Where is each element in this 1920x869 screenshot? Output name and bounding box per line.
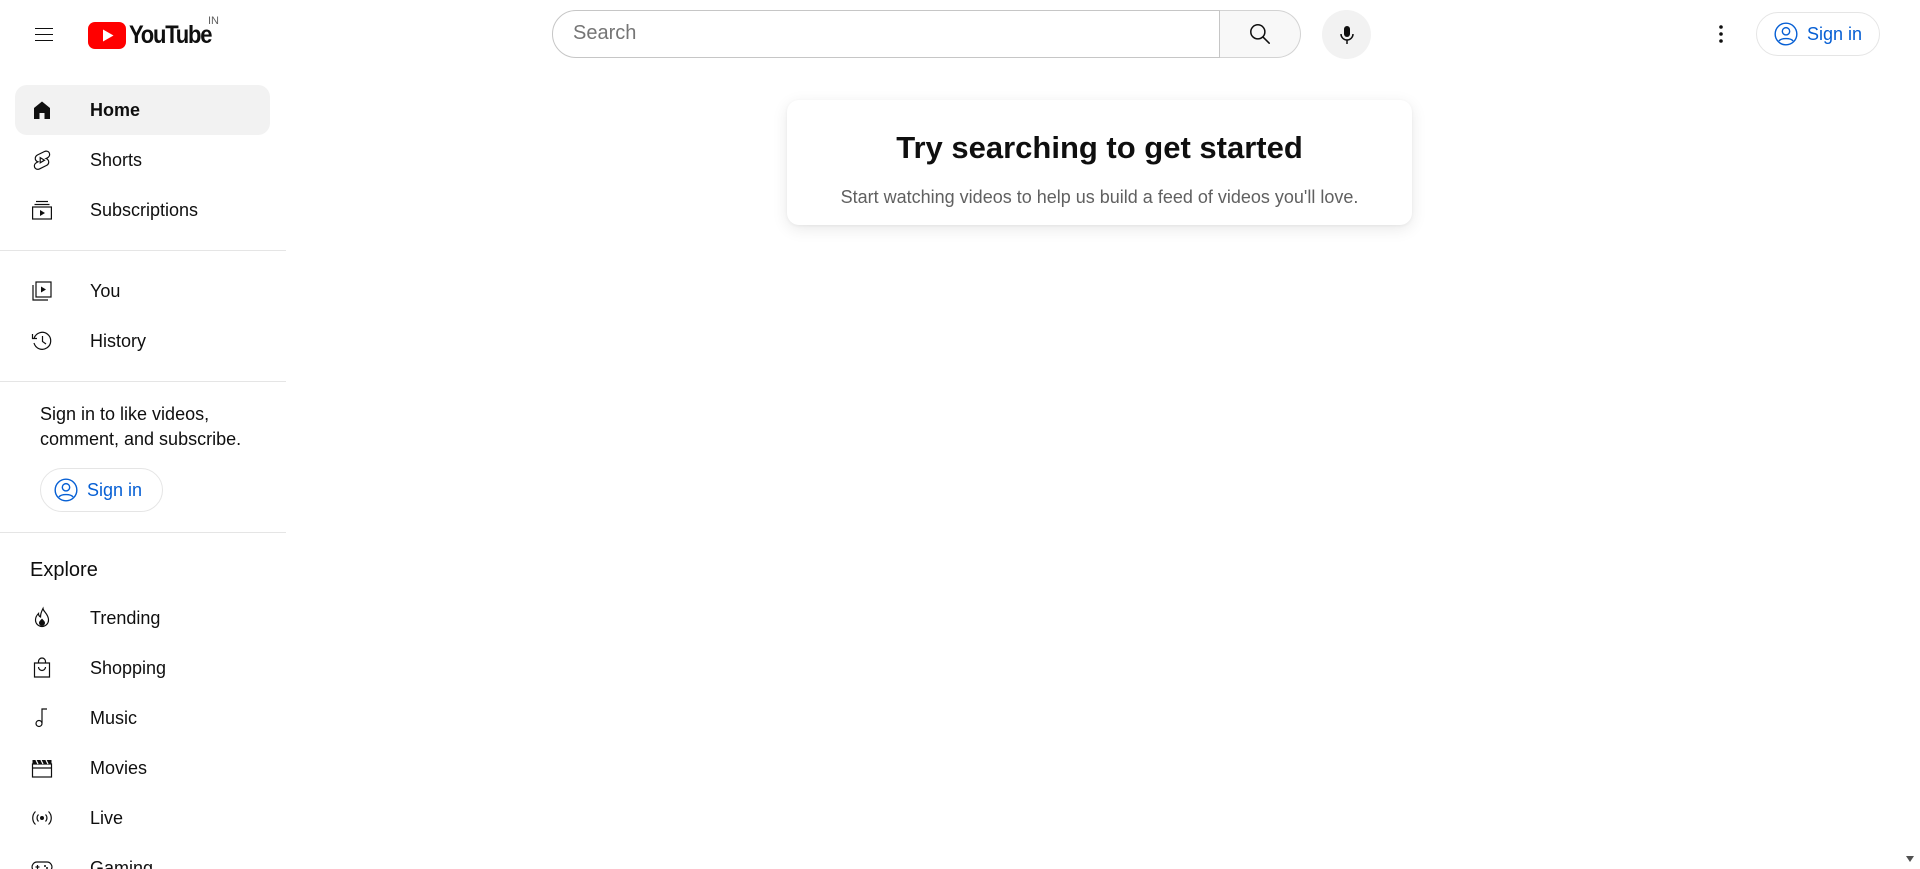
sidebar-item-home[interactable]: Home — [15, 85, 270, 135]
account-circle-icon — [54, 478, 78, 502]
sidebar-item-label: Shopping — [90, 657, 167, 678]
voice-search-button[interactable] — [1322, 10, 1371, 59]
sidebar-item-label: Live — [90, 807, 124, 828]
your-channel-icon — [32, 281, 52, 301]
youtube-play-icon — [88, 21, 126, 49]
history-icon — [31, 331, 52, 350]
scroll-down-arrow-icon[interactable] — [1905, 855, 1915, 863]
sidebar-signin-button[interactable]: Sign in — [40, 468, 163, 512]
sidebar-item-you[interactable]: You — [15, 266, 270, 316]
sidebar-item-trending[interactable]: Trending — [15, 593, 270, 643]
sidebar-item-label: Movies — [90, 757, 148, 778]
shopping-bag-icon — [33, 657, 51, 678]
gamepad-icon — [31, 861, 53, 869]
sidebar-item-label: Music — [90, 707, 138, 728]
sidebar-item-shorts[interactable]: Shorts — [15, 135, 270, 185]
sidebar-item-label: Subscriptions — [90, 199, 199, 220]
home-icon — [34, 101, 50, 119]
sidebar-item-label: Home — [90, 99, 141, 120]
sidebar-item-label: Trending — [90, 607, 161, 628]
sidebar-item-label: Gaming — [90, 857, 154, 869]
live-broadcast-icon — [32, 811, 52, 825]
header-signin-button[interactable]: Sign in — [1756, 12, 1880, 56]
hamburger-menu-icon — [35, 28, 53, 41]
sidebar-item-movies[interactable]: Movies — [15, 743, 270, 793]
sidebar-divider — [0, 250, 286, 251]
sidebar-divider — [0, 381, 286, 382]
sidebar-item-shopping[interactable]: Shopping — [15, 643, 270, 693]
more-options-button[interactable] — [1702, 15, 1740, 53]
account-circle-icon — [1774, 22, 1798, 46]
vertical-dots-icon — [1719, 25, 1723, 43]
sidebar-item-music[interactable]: Music — [15, 693, 270, 743]
empty-feed-subtitle: Start watching videos to help us build a… — [840, 187, 1359, 207]
empty-feed-title: Try searching to get started — [896, 130, 1303, 165]
trending-flame-icon — [34, 606, 50, 628]
sidebar-item-history[interactable]: History — [15, 316, 270, 366]
explore-heading: Explore — [30, 559, 98, 581]
clapperboard-icon — [31, 759, 53, 778]
subscriptions-icon — [31, 200, 52, 220]
search-input[interactable] — [573, 11, 1173, 55]
sidebar-item-gaming[interactable]: Gaming — [15, 843, 270, 869]
empty-feed-card: Try searching to get started Start watch… — [787, 100, 1412, 225]
signin-label: Sign in — [87, 479, 143, 500]
country-code: IN — [208, 15, 219, 27]
guide-menu-button[interactable] — [26, 17, 62, 53]
search-box[interactable] — [552, 10, 1220, 58]
search-icon — [1250, 24, 1270, 44]
music-note-icon — [35, 708, 47, 728]
signin-prompt-text: Sign in to like videos, comment, and sub… — [40, 404, 242, 449]
youtube-logo[interactable]: YouTube — [88, 20, 222, 50]
search-button[interactable] — [1220, 10, 1301, 58]
sidebar-item-label: You — [90, 280, 121, 301]
shorts-icon — [33, 150, 51, 170]
sidebar-item-label: Shorts — [90, 149, 143, 170]
logo-text: YouTube — [129, 21, 212, 49]
masthead: YouTube IN Sign in — [0, 0, 1920, 70]
sidebar-item-subscriptions[interactable]: Subscriptions — [15, 185, 270, 235]
sidebar-divider — [0, 532, 286, 533]
guide-sidebar: Home Shorts Subscriptions You History Si… — [0, 70, 286, 869]
sidebar-item-label: History — [90, 330, 147, 351]
microphone-icon — [1339, 25, 1354, 44]
sidebar-item-live[interactable]: Live — [15, 793, 270, 843]
signin-label: Sign in — [1807, 23, 1863, 44]
